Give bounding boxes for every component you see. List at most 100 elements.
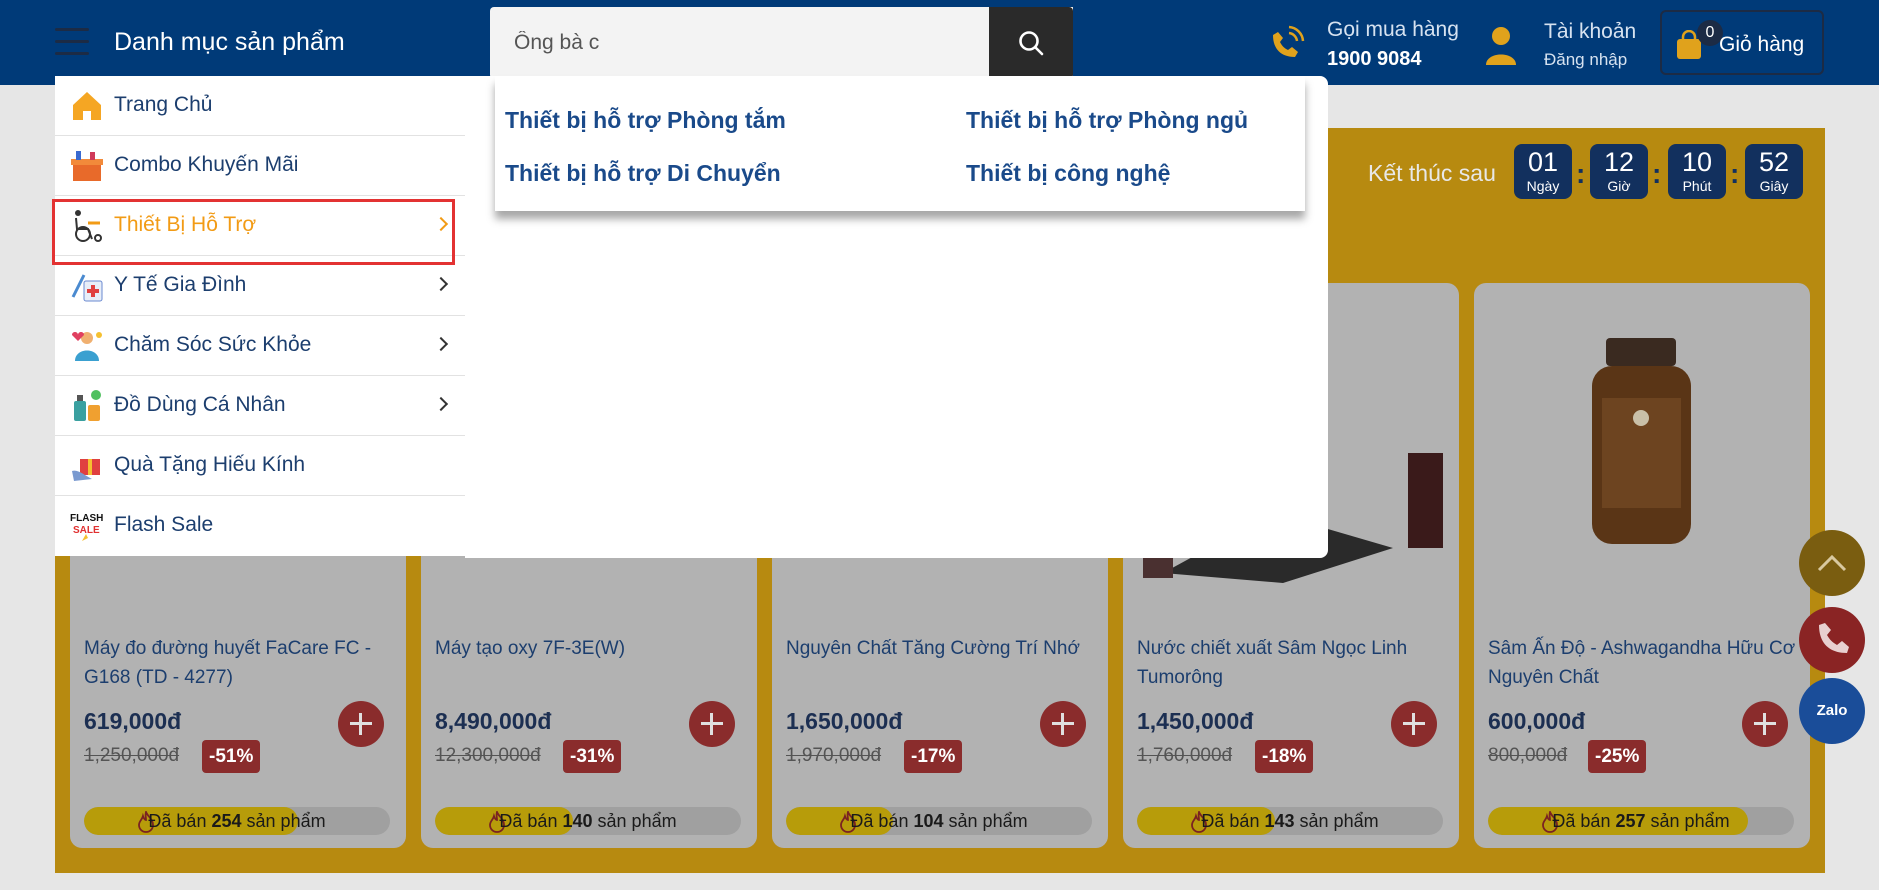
add-to-cart-button[interactable] [689, 701, 735, 747]
countdown-seconds-value: 52 [1758, 147, 1790, 177]
sold-prefix: Đã bán [1552, 811, 1611, 831]
menu-item-flash-sale[interactable]: FLASH SALE Flash Sale [55, 496, 465, 556]
sold-count: 104 [913, 811, 944, 831]
product-price: 8,490,000đ [435, 708, 552, 734]
sold-suffix: sản phẩm [1299, 811, 1379, 831]
sold-count-text: Đã bán 140 sản phẩm [435, 807, 741, 835]
sold-progress-bar: Đã bán 104 sản phẩm [786, 807, 1092, 835]
sold-prefix: Đã bán [499, 811, 558, 831]
add-to-cart-button[interactable] [338, 701, 384, 747]
call-number[interactable]: 1900 9084 [1327, 48, 1422, 71]
search-input[interactable] [490, 7, 970, 79]
sold-count: 143 [1264, 811, 1295, 831]
search-bar [490, 7, 1073, 79]
user-icon [1486, 27, 1516, 65]
sold-progress-bar: Đã bán 257 sản phẩm [1488, 807, 1794, 835]
account-label[interactable]: Tài khoản [1544, 20, 1636, 44]
search-button[interactable] [989, 7, 1073, 79]
menu-item-label: Đồ Dùng Cá Nhân [114, 393, 286, 416]
call-label: Gọi mua hàng [1327, 18, 1459, 41]
personal-items-icon [74, 390, 101, 421]
menu-item-label: Combo Khuyến Mãi [114, 153, 299, 176]
menu-item-label: Flash Sale [114, 513, 214, 536]
menu-item-label: Chăm Sóc Sức Khỏe [114, 333, 312, 356]
countdown-seconds: 52 Giây [1745, 144, 1803, 199]
submenu-links-box: Thiết bị hỗ trợ Phòng tắm Thiết bị hỗ tr… [495, 76, 1305, 211]
countdown-minutes-unit: Phút [1682, 178, 1712, 194]
sold-progress-bar: Đã bán 140 sản phẩm [435, 807, 741, 835]
sold-prefix: Đã bán [148, 811, 207, 831]
countdown-separator: : [1730, 158, 1740, 189]
countdown-hours-value: 12 [1603, 147, 1635, 177]
submenu-panel: Thiết bị hỗ trợ Phòng tắm Thiết bị hỗ tr… [465, 76, 1328, 558]
sold-count: 257 [1615, 811, 1646, 831]
sold-suffix: sản phẩm [597, 811, 677, 831]
countdown-separator: : [1576, 158, 1586, 189]
product-old-price: 1,250,000đ [84, 745, 180, 766]
sold-prefix: Đã bán [850, 811, 909, 831]
scroll-to-top-button[interactable] [1799, 530, 1865, 596]
svg-text:SALE: SALE [73, 525, 100, 536]
submenu-link-cong-nghe[interactable]: Thiết bị công nghệ [966, 160, 1170, 187]
sold-count-text: Đã bán 143 sản phẩm [1137, 807, 1443, 835]
category-menu-title[interactable]: Danh mục sản phẩm [114, 28, 345, 57]
countdown-hours-unit: Giờ [1607, 178, 1631, 194]
add-to-cart-button[interactable] [1742, 701, 1788, 747]
product-name[interactable]: Nguyên Chất Tăng Cường Trí Nhớ [786, 634, 1096, 663]
chevron-up-icon [1817, 554, 1847, 572]
chevron-right-icon [433, 276, 449, 292]
product-name[interactable]: Máy đo đường huyết FaCare FC - G168 (TD … [84, 634, 394, 692]
selection-highlight [52, 199, 455, 265]
discount-badge: -25% [1588, 740, 1647, 773]
countdown-hours: 12 Giờ [1590, 144, 1648, 199]
sold-suffix: sản phẩm [948, 811, 1028, 831]
sold-count-text: Đã bán 104 sản phẩm [786, 807, 1092, 835]
discount-badge: -17% [904, 740, 963, 773]
menu-item-combo-khuyen-mai[interactable]: Combo Khuyến Mãi [55, 136, 465, 196]
add-to-cart-button[interactable] [1040, 701, 1086, 747]
countdown-days-unit: Ngày [1526, 178, 1560, 194]
countdown-label: Kết thúc sau [1368, 160, 1496, 186]
product-card[interactable]: Sâm Ấn Độ - Ashwagandha Hữu Cơ Nguyên Ch… [1474, 283, 1810, 848]
chevron-right-icon [433, 336, 449, 352]
sold-count: 254 [211, 811, 242, 831]
category-menu: Trang Chủ Combo Khuyến Mãi Thiết Bị Hỗ T… [55, 76, 465, 556]
product-image[interactable] [1584, 338, 1699, 548]
menu-item-label: Y Tế Gia Đình [114, 273, 247, 296]
menu-item-label: Quà Tặng Hiếu Kính [114, 453, 306, 476]
submenu-link-phong-ngu[interactable]: Thiết bị hỗ trợ Phòng ngủ [966, 107, 1248, 134]
menu-item-qua-tang-hieu-kinh[interactable]: Quà Tặng Hiếu Kính [55, 436, 465, 496]
discount-badge: -31% [563, 740, 622, 773]
discount-badge: -18% [1255, 740, 1314, 773]
phone-call-icon [1273, 25, 1305, 57]
product-name[interactable]: Nước chiết xuất Sâm Ngọc Linh Tumorông [1137, 634, 1447, 692]
sold-progress-bar: Đã bán 254 sản phẩm [84, 807, 390, 835]
menu-item-trang-chu[interactable]: Trang Chủ [55, 76, 465, 136]
site-header: Danh mục sản phẩm Gọi mua hàng 1900 9084… [0, 0, 1879, 85]
product-name[interactable]: Máy tạo oxy 7F-3E(W) [435, 634, 745, 663]
countdown-separator: : [1652, 158, 1662, 189]
health-care-icon [72, 332, 102, 361]
countdown-days-value: 01 [1527, 147, 1559, 177]
menu-item-do-dung-ca-nhan[interactable]: Đồ Dùng Cá Nhân [55, 376, 465, 436]
submenu-link-phong-tam[interactable]: Thiết bị hỗ trợ Phòng tắm [505, 107, 786, 134]
product-name[interactable]: Sâm Ấn Độ - Ashwagandha Hữu Cơ Nguyên Ch… [1488, 634, 1798, 692]
login-link[interactable]: Đăng nhập [1544, 50, 1627, 70]
product-old-price: 1,970,000đ [786, 745, 882, 766]
menu-item-cham-soc-suc-khoe[interactable]: Chăm Sóc Sức Khỏe [55, 316, 465, 376]
countdown-seconds-unit: Giây [1759, 178, 1789, 194]
countdown-days: 01 Ngày [1514, 144, 1572, 199]
submenu-link-di-chuyen[interactable]: Thiết bị hỗ trợ Di Chuyển [505, 160, 781, 187]
hotline-button[interactable] [1799, 607, 1865, 673]
cart-label: Giỏ hàng [1719, 33, 1805, 56]
hamburger-menu-icon[interactable] [55, 28, 89, 56]
add-to-cart-button[interactable] [1391, 701, 1437, 747]
menu-item-y-te-gia-dinh[interactable]: Y Tế Gia Đình [55, 256, 465, 316]
cart-button[interactable]: 0 Giỏ hàng [1660, 10, 1824, 75]
sold-count: 140 [562, 811, 593, 831]
zalo-chat-button[interactable]: Zalo [1799, 678, 1865, 744]
medical-icon [71, 274, 103, 302]
gift-icon [72, 459, 100, 481]
product-price: 1,450,000đ [1137, 708, 1254, 734]
product-price: 619,000đ [84, 708, 182, 734]
